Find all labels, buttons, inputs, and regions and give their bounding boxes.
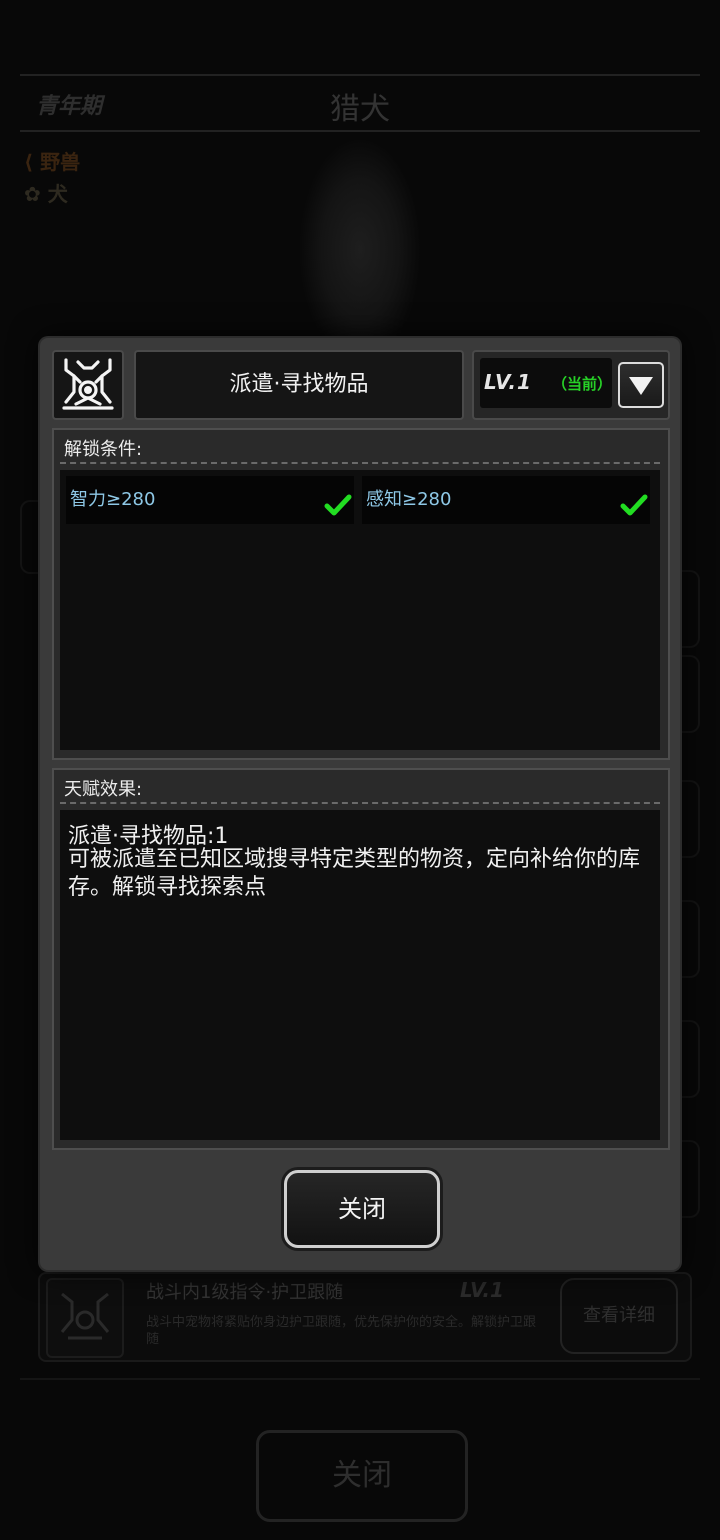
condition-text: 感知≥280 (366, 489, 452, 510)
talent-effect-label: 天赋效果: (64, 779, 143, 800)
skill-card-level: LV.1 (460, 1278, 504, 1302)
check-mark-icon (324, 488, 352, 536)
tag-dog: ✿ 犬 (24, 182, 68, 206)
dashed-divider (60, 462, 660, 464)
dog-emblem-icon (62, 358, 114, 410)
close-button[interactable]: 关闭 (284, 1170, 440, 1248)
tag-beast: ⟨ 野兽 (24, 150, 81, 174)
level-dropdown-button[interactable] (618, 362, 664, 408)
check-mark-icon (620, 488, 648, 536)
level-value: LV.1 (484, 370, 532, 394)
skill-card-description: 战斗中宠物将紧贴你身边护卫跟随，优先保护你的安全。解锁护卫跟随 (146, 1315, 537, 1347)
current-level-tag: （当前） (552, 375, 613, 393)
pet-tags: ⟨ 野兽 ✿ 犬 (24, 146, 80, 210)
background-close-button[interactable]: 关闭 (256, 1430, 468, 1522)
dashed-divider (60, 802, 660, 804)
unlock-conditions-label: 解锁条件: (64, 439, 143, 460)
triangle-down-icon (629, 377, 653, 395)
claw-icon: ⟨ (24, 150, 41, 174)
skill-card-icon (46, 1278, 124, 1358)
divider (20, 1378, 700, 1380)
skill-card-title: 战斗内1级指令·护卫跟随 (146, 1282, 344, 1303)
talent-icon (52, 350, 124, 420)
close-button-label: 关闭 (338, 1195, 386, 1223)
pet-name-title: 猎犬 (330, 92, 390, 127)
paw-icon: ✿ (24, 182, 48, 206)
view-details-button[interactable]: 查看详细 (560, 1278, 678, 1354)
talent-title: 派遣·寻找物品 (134, 350, 464, 420)
condition-item: 智力≥280 (66, 476, 354, 524)
condition-item: 感知≥280 (362, 476, 650, 524)
effect-description: 可被派遣至已知区域搜寻特定类型的物资，定向补给你的库存。解锁寻找探索点 (68, 847, 641, 900)
dog-emblem-icon (60, 1292, 110, 1340)
pet-portrait (300, 140, 420, 340)
condition-text: 智力≥280 (70, 489, 156, 510)
